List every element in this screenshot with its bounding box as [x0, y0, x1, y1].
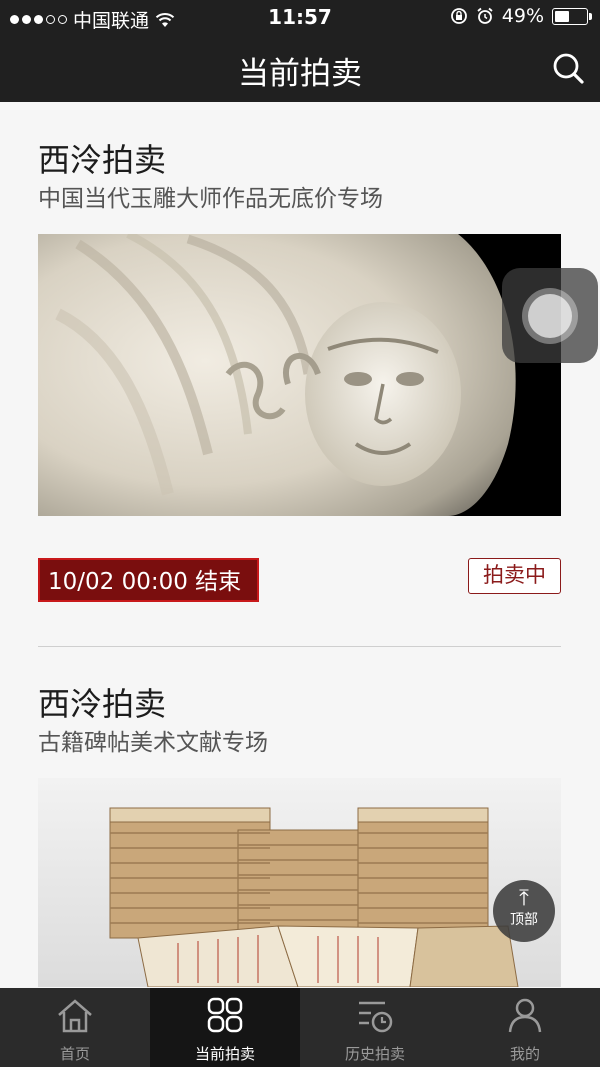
- auction-image-jade[interactable]: [38, 234, 561, 516]
- grid-icon: [207, 997, 243, 1033]
- rotation-lock-icon: [450, 8, 467, 24]
- auction-subtitle: 中国当代玉雕大师作品无底价专场: [38, 186, 383, 212]
- battery-icon: [552, 7, 592, 25]
- back-to-top-button[interactable]: ⤒ 顶部: [493, 880, 555, 942]
- card-divider: [38, 646, 561, 647]
- status-badge[interactable]: 拍卖中: [468, 558, 561, 594]
- back-to-top-label: 顶部: [510, 912, 538, 928]
- auction-card[interactable]: 西泠拍卖 古籍碑帖美术文献专场: [38, 684, 561, 758]
- tab-mine[interactable]: 我的: [450, 988, 600, 1067]
- user-icon: [508, 998, 542, 1033]
- history-icon: [359, 1001, 393, 1033]
- alarm-icon: [477, 7, 493, 24]
- auction-subtitle: 古籍碑帖美术文献专场: [38, 730, 268, 756]
- auction-image-books[interactable]: [38, 778, 561, 987]
- auction-card[interactable]: 西泠拍卖 中国当代玉雕大师作品无底价专场: [38, 140, 561, 214]
- search-icon[interactable]: [550, 50, 586, 86]
- page-title: 当前拍卖: [238, 56, 362, 92]
- tab-history-auction[interactable]: 历史拍卖: [300, 988, 450, 1067]
- end-time-badge: 10/02 00:00 结束: [38, 558, 260, 602]
- auction-house: 西泠拍卖: [38, 685, 167, 723]
- tab-label: 历史拍卖: [344, 1045, 405, 1063]
- status-bar: 中国联通 11:57 49%: [0, 0, 600, 34]
- home-icon: [58, 999, 92, 1033]
- tab-home[interactable]: 首页: [0, 988, 150, 1067]
- app-header: 当前拍卖: [0, 34, 600, 102]
- tab-label: 我的: [509, 1045, 540, 1063]
- auction-list[interactable]: 西泠拍卖 中国当代玉雕大师作品无底价专场 10/02 00:00 结束 拍卖中 …: [0, 102, 600, 987]
- bottom-tab-bar: 首页 当前拍卖 历史拍卖 我的: [0, 988, 600, 1067]
- tab-label: 首页: [59, 1045, 90, 1063]
- tab-current-auction[interactable]: 当前拍卖: [150, 988, 300, 1067]
- arrow-up-icon: ⤒: [519, 886, 529, 911]
- status-right: 49%: [450, 5, 592, 27]
- battery-percent: 49%: [501, 5, 544, 27]
- auction-house: 西泠拍卖: [38, 141, 167, 179]
- tab-label: 当前拍卖: [194, 1045, 255, 1063]
- assistive-touch-button[interactable]: [502, 268, 598, 363]
